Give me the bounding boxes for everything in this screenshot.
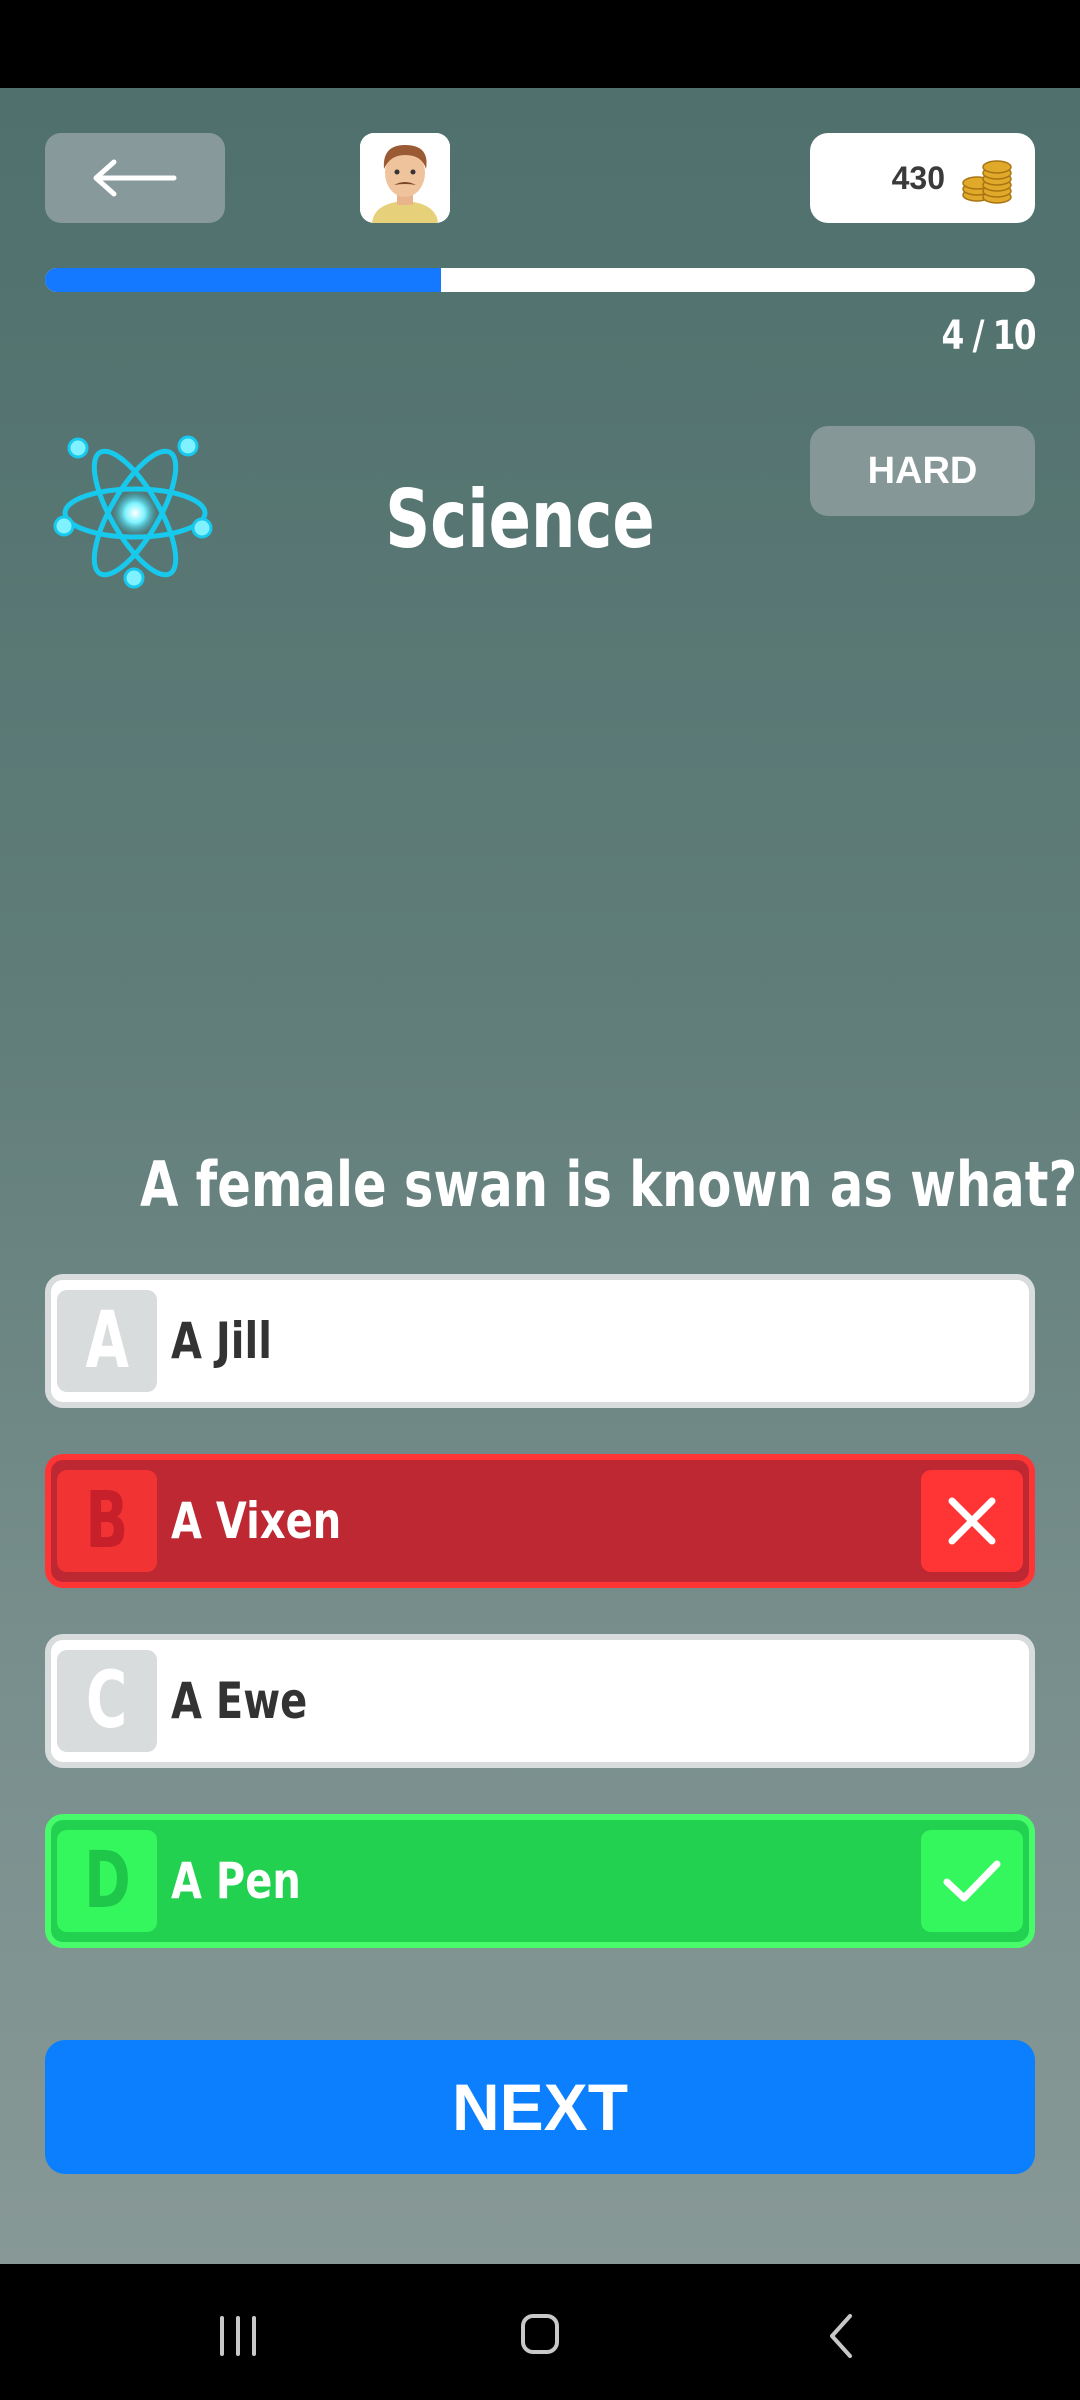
correct-marker bbox=[921, 1830, 1023, 1932]
quiz-screen: 430 4 / 10 Science HARD A female swan is… bbox=[0, 88, 1080, 2264]
back-nav-icon[interactable] bbox=[826, 2312, 856, 2360]
coins-counter: 430 bbox=[810, 133, 1035, 223]
checkmark-icon bbox=[943, 1860, 1001, 1902]
next-button[interactable]: NEXT bbox=[45, 2040, 1035, 2174]
answer-letter: A bbox=[57, 1290, 157, 1392]
category-title: Science bbox=[385, 473, 655, 566]
recent-apps-icon[interactable] bbox=[216, 2316, 260, 2356]
arrow-left-icon bbox=[93, 159, 177, 197]
close-icon bbox=[948, 1497, 996, 1545]
answer-option-a[interactable]: A A Jill bbox=[45, 1274, 1035, 1408]
coins-value: 430 bbox=[891, 160, 945, 196]
atom-icon bbox=[53, 435, 213, 589]
status-bar bbox=[0, 0, 1080, 88]
question-counter: 4 / 10 bbox=[941, 313, 1037, 359]
system-nav-bar bbox=[0, 2264, 1080, 2400]
answer-option-d[interactable]: D A Pen bbox=[45, 1814, 1035, 1948]
answer-letter: D bbox=[57, 1830, 157, 1932]
progress-fill bbox=[45, 268, 441, 292]
man-avatar-icon bbox=[360, 133, 450, 223]
coins-stack-icon bbox=[962, 160, 1012, 204]
answer-text: A Jill bbox=[171, 1312, 272, 1370]
answer-text: A Pen bbox=[171, 1852, 301, 1910]
progress-bar bbox=[45, 268, 1035, 292]
difficulty-badge: HARD bbox=[810, 426, 1035, 516]
answer-option-c[interactable]: C A Ewe bbox=[45, 1634, 1035, 1768]
answer-option-b[interactable]: B A Vixen bbox=[45, 1454, 1035, 1588]
wrong-marker bbox=[921, 1470, 1023, 1572]
back-button[interactable] bbox=[45, 133, 225, 223]
home-icon[interactable] bbox=[520, 2312, 560, 2356]
answer-text: A Vixen bbox=[171, 1492, 342, 1550]
answer-text: A Ewe bbox=[171, 1672, 308, 1730]
answer-letter: C bbox=[57, 1650, 157, 1752]
answer-letter: B bbox=[57, 1470, 157, 1572]
avatar[interactable] bbox=[360, 133, 450, 223]
question-text: A female swan is known as what? bbox=[140, 1148, 1078, 1221]
